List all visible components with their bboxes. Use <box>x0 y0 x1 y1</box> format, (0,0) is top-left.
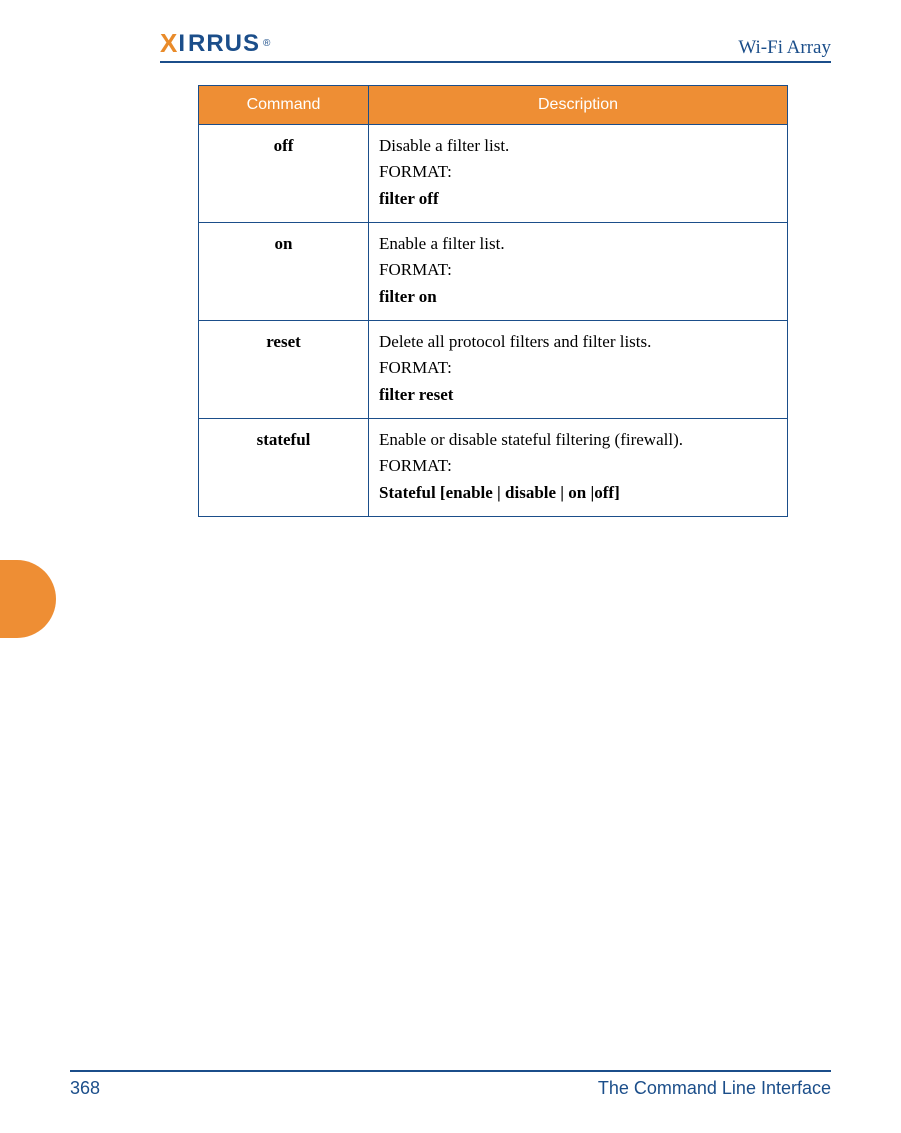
desc-text: Delete all protocol filters and filter l… <box>379 332 651 351</box>
side-tab-icon <box>0 560 56 638</box>
cmd-name: off <box>199 125 369 223</box>
section-title: The Command Line Interface <box>598 1078 831 1099</box>
registered-icon: ® <box>263 38 271 49</box>
page-header: XIRRUS® Wi-Fi Array <box>160 28 831 63</box>
table-row: stateful Enable or disable stateful filt… <box>199 419 788 517</box>
cmd-name: on <box>199 223 369 321</box>
format-label: FORMAT: <box>379 453 777 479</box>
desc-text: Enable a filter list. <box>379 234 505 253</box>
format-value: Stateful [enable | disable | on |off] <box>379 483 620 502</box>
format-value: filter on <box>379 287 437 306</box>
page-footer: 368 The Command Line Interface <box>70 1070 831 1099</box>
cmd-description: Enable or disable stateful filtering (fi… <box>369 419 788 517</box>
table-row: off Disable a filter list. FORMAT: filte… <box>199 125 788 223</box>
table-row: reset Delete all protocol filters and fi… <box>199 321 788 419</box>
cmd-name: reset <box>199 321 369 419</box>
cmd-description: Disable a filter list. FORMAT: filter of… <box>369 125 788 223</box>
logo-text-i: I <box>178 30 186 58</box>
brand-logo: XIRRUS® <box>160 28 271 59</box>
format-label: FORMAT: <box>379 257 777 283</box>
col-header-command: Command <box>199 86 369 125</box>
product-name: Wi-Fi Array <box>738 37 831 59</box>
command-table: Command Description off Disable a filter… <box>198 85 788 517</box>
desc-text: Enable or disable stateful filtering (fi… <box>379 430 683 449</box>
format-value: filter reset <box>379 385 453 404</box>
table-row: on Enable a filter list. FORMAT: filter … <box>199 223 788 321</box>
logo-text-rrus: RRUS <box>188 30 260 58</box>
col-header-description: Description <box>369 86 788 125</box>
format-label: FORMAT: <box>379 159 777 185</box>
format-label: FORMAT: <box>379 355 777 381</box>
cmd-description: Delete all protocol filters and filter l… <box>369 321 788 419</box>
main-content: Command Description off Disable a filter… <box>198 85 831 517</box>
cmd-description: Enable a filter list. FORMAT: filter on <box>369 223 788 321</box>
cmd-name: stateful <box>199 419 369 517</box>
page-number: 368 <box>70 1078 100 1099</box>
desc-text: Disable a filter list. <box>379 136 509 155</box>
logo-x-icon: X <box>160 28 178 59</box>
format-value: filter off <box>379 189 439 208</box>
